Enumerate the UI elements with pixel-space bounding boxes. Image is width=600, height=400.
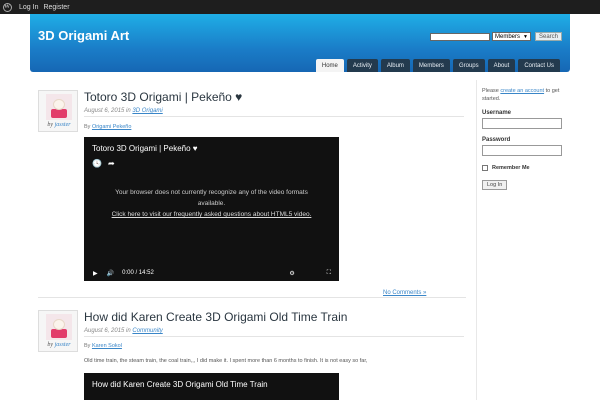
author-avatar-box: by jasster [38, 310, 78, 352]
search-button[interactable]: Search [534, 32, 562, 41]
avatar[interactable] [46, 314, 72, 340]
post-author-link[interactable]: Origami Pekeño [92, 124, 131, 130]
tab-home[interactable]: Home [315, 59, 344, 72]
tab-groups[interactable]: Groups [452, 59, 485, 72]
video-unsupported-message: Your browser does not currently recogniz… [104, 187, 319, 220]
post-date: August 6, 2015 [84, 108, 125, 114]
login-link[interactable]: Log In [19, 4, 38, 11]
avatar-user-link[interactable]: jasster [55, 342, 71, 348]
post-excerpt: Old time train, the steam train, the coa… [84, 358, 368, 364]
tab-about[interactable]: About [487, 59, 516, 72]
post: by jasster Totoro 3D Origami | Pekeño ♥ … [38, 90, 468, 300]
search-input[interactable] [430, 32, 491, 41]
video-top-icons: 🕓 ➦ [92, 159, 121, 168]
post-meta: August 6, 2015 in 3D Origami [84, 108, 464, 117]
register-link[interactable]: Register [43, 4, 69, 11]
video-faq-link[interactable]: Click here to visit our frequently asked… [104, 209, 319, 220]
remember-me: Remember Me [482, 165, 570, 171]
username-field[interactable] [482, 118, 562, 129]
video-time: 0:00 / 14:52 [122, 270, 154, 276]
video-player[interactable]: How did Karen Create 3D Origami Old Time… [84, 373, 339, 400]
search-scope-value: Members [495, 33, 521, 40]
post-author: By Origami Pekeño [84, 124, 132, 130]
chevron-down-icon: ▼ [523, 33, 528, 40]
login-button[interactable]: Log In [482, 180, 508, 190]
fullscreen-icon[interactable]: ⛶ [327, 270, 331, 277]
password-field[interactable] [482, 145, 562, 156]
remember-me-checkbox[interactable] [482, 165, 488, 171]
sidebar-intro: Please create an account to get started. [482, 88, 560, 102]
site-header: 3D Origami Art Members ▼ Search Home Act… [30, 14, 570, 72]
tab-activity[interactable]: Activity [346, 59, 378, 72]
avatar-caption: by jasster [47, 122, 71, 128]
video-title: Totoro 3D Origami | Pekeño ♥ [92, 144, 198, 153]
video-title: How did Karen Create 3D Origami Old Time… [92, 380, 268, 389]
wordpress-logo-icon[interactable]: W [0, 0, 14, 14]
main-nav: Home Activity Album Members Groups About… [313, 59, 560, 72]
remember-me-label: Remember Me [492, 165, 530, 171]
author-avatar-box: by jasster [38, 90, 78, 132]
password-label: Password [482, 137, 511, 143]
comments-link[interactable]: No Comments » [383, 290, 426, 296]
gear-icon[interactable]: ⚙ [289, 270, 294, 277]
post-author: By Karen Sokol [84, 343, 122, 349]
post-title[interactable]: How did Karen Create 3D Origami Old Time… [84, 310, 347, 324]
post: by jasster How did Karen Create 3D Origa… [38, 310, 468, 400]
create-account-link[interactable]: create an account [500, 88, 544, 94]
post-author-link[interactable]: Karen Sokol [92, 343, 122, 349]
tab-contact-us[interactable]: Contact Us [518, 59, 560, 72]
video-controls: ▶ 🔊 0:00 / 14:52 ⚙ ⛶ [84, 265, 339, 281]
volume-icon[interactable]: 🔊 [107, 270, 114, 277]
share-icon[interactable]: ➦ [108, 159, 115, 168]
avatar-caption: by jasster [47, 342, 71, 348]
search-scope-select[interactable]: Members ▼ [492, 32, 531, 41]
post-category-link[interactable]: 3D Origami [132, 108, 162, 114]
play-icon[interactable]: ▶ [93, 270, 98, 277]
post-date: August 6, 2015 [84, 328, 125, 334]
avatar-user-link[interactable]: jasster [55, 122, 71, 128]
post-divider [38, 297, 466, 298]
avatar[interactable] [46, 94, 72, 120]
tab-album[interactable]: Album [380, 59, 410, 72]
video-player[interactable]: Totoro 3D Origami | Pekeño ♥ 🕓 ➦ Your br… [84, 137, 339, 281]
site-title[interactable]: 3D Origami Art [38, 28, 129, 43]
username-label: Username [482, 110, 512, 116]
clock-icon[interactable]: 🕓 [92, 159, 102, 168]
post-meta: August 6, 2015 in Community [84, 328, 464, 337]
tab-members[interactable]: Members [412, 59, 450, 72]
post-category-link[interactable]: Community [132, 328, 162, 334]
sidebar: Please create an account to get started.… [476, 80, 570, 400]
search-area: Members ▼ Search [430, 32, 562, 41]
post-title[interactable]: Totoro 3D Origami | Pekeño ♥ [84, 90, 242, 104]
admin-bar: W Log In Register [0, 0, 600, 14]
